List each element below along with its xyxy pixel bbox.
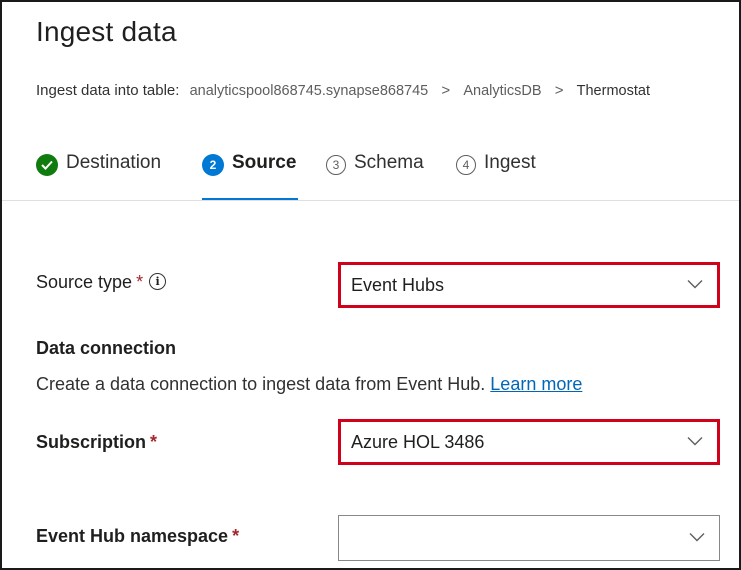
breadcrumb-separator: > (554, 82, 564, 99)
required-marker: * (136, 272, 144, 292)
tab-ingest-label: Ingest (484, 152, 536, 173)
chevron-down-icon (689, 533, 705, 542)
breadcrumb-item-table[interactable]: Thermostat (577, 83, 650, 99)
breadcrumb-item-pool[interactable]: analyticspool868745.synapse868745 (190, 83, 429, 99)
ingest-data-panel: Ingest data Ingest data into table: anal… (0, 0, 741, 570)
breadcrumb-separator: > (441, 82, 451, 99)
chevron-down-icon (687, 280, 703, 289)
checkmark-icon (36, 154, 58, 176)
info-icon[interactable]: i (149, 273, 167, 290)
tab-source-label: Source (232, 152, 297, 173)
namespace-label-text: Event Hub namespace (36, 526, 229, 546)
source-type-value: Event Hubs (351, 274, 445, 295)
step-number-badge: 2 (202, 154, 224, 176)
subscription-label-text: Subscription (36, 432, 147, 452)
breadcrumb-prefix: Ingest data into table: (36, 82, 180, 99)
tab-destination-label: Destination (66, 152, 162, 173)
learn-more-link[interactable]: Learn more (490, 374, 582, 394)
divider (2, 200, 739, 201)
data-connection-description-text: Create a data connection to ingest data … (36, 374, 486, 394)
chevron-down-icon (687, 437, 703, 446)
subscription-dropdown[interactable]: Azure HOL 3486 (338, 419, 720, 465)
source-type-label-text: Source type (36, 272, 133, 292)
event-hub-namespace-dropdown[interactable] (338, 515, 720, 561)
subscription-value: Azure HOL 3486 (351, 431, 485, 452)
step-number-badge: 4 (456, 155, 476, 175)
tab-schema-label: Schema (354, 152, 424, 173)
tab-destination[interactable]: Destination (36, 152, 161, 200)
source-type-label: Source type * i (36, 272, 167, 293)
data-connection-description: Create a data connection to ingest data … (36, 374, 582, 395)
page-title: Ingest data (36, 16, 177, 47)
breadcrumb: Ingest data into table: analyticspool868… (36, 82, 650, 99)
breadcrumb-item-database[interactable]: AnalyticsDB (463, 83, 541, 99)
tab-ingest[interactable]: 4 Ingest (456, 152, 536, 200)
tab-schema[interactable]: 3 Schema (326, 152, 424, 200)
subscription-label: Subscription * (36, 432, 157, 453)
source-type-dropdown[interactable]: Event Hubs (338, 262, 720, 308)
data-connection-heading: Data connection (36, 338, 177, 358)
step-number-badge: 3 (326, 155, 346, 175)
required-marker: * (232, 526, 240, 546)
required-marker: * (150, 432, 158, 452)
tab-source[interactable]: 2 Source (202, 152, 296, 200)
namespace-label: Event Hub namespace * (36, 526, 239, 547)
